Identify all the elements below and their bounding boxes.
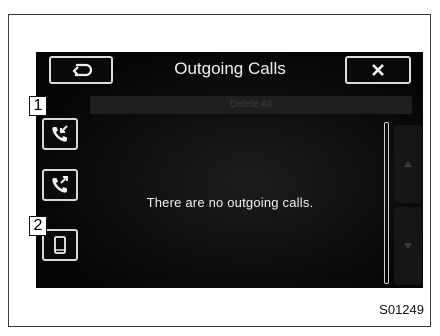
incoming-call-icon [52, 125, 68, 142]
outgoing-call-icon [52, 176, 68, 193]
incoming-calls-button[interactable] [42, 118, 78, 150]
scroll-down-button[interactable] [394, 207, 422, 285]
back-button[interactable] [49, 56, 113, 84]
triangle-up-icon [404, 161, 412, 167]
device-contacts-button[interactable] [42, 229, 78, 261]
triangle-down-icon [404, 243, 412, 249]
scroll-up-button[interactable] [394, 125, 422, 203]
page-title: Outgoing Calls [174, 59, 286, 78]
empty-list-message: There are no outgoing calls. [146, 195, 314, 210]
delete-all-button[interactable]: Delete All [90, 96, 412, 114]
phone-device-icon [54, 236, 66, 254]
back-arrow-icon [72, 63, 92, 77]
outgoing-calls-button[interactable] [42, 169, 78, 201]
close-icon [372, 64, 384, 76]
callout-label-1: 1 [29, 96, 47, 116]
display-screen [36, 52, 423, 288]
scrollbar-track[interactable] [384, 122, 389, 284]
callout-label-2: 2 [29, 216, 47, 236]
close-button[interactable] [345, 56, 411, 84]
figure-code: S01249 [379, 302, 424, 317]
